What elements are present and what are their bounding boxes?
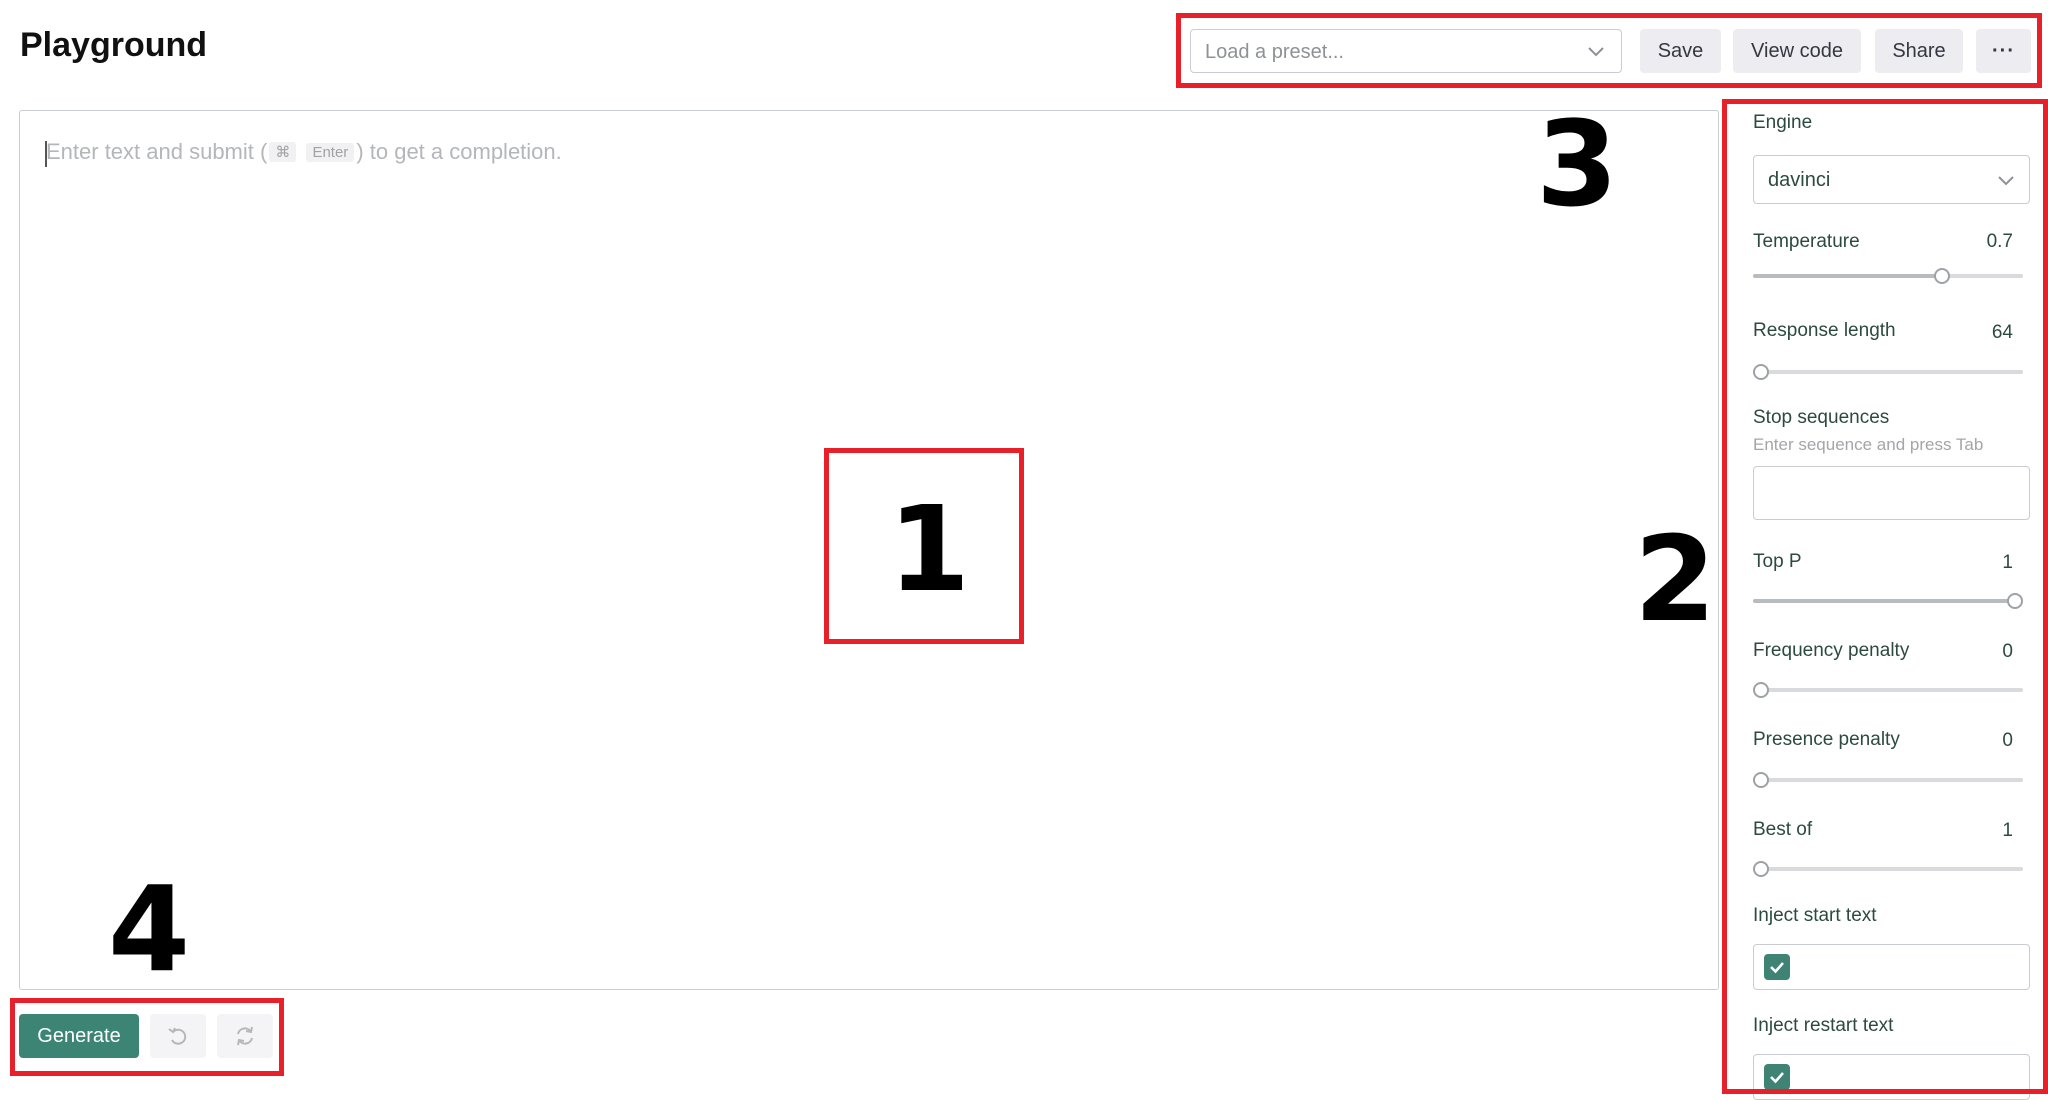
- placeholder-suffix: ) to get a completion.: [356, 139, 562, 164]
- annotation-box-actions: [10, 998, 284, 1076]
- enter-key-badge: Enter: [306, 143, 355, 162]
- annotation-number-1: 1: [888, 480, 971, 618]
- cmd-key-badge: ⌘: [269, 142, 297, 162]
- page-title: Playground: [20, 26, 208, 64]
- annotation-box-settings: [1722, 99, 2048, 1094]
- annotation-number-4: 4: [108, 860, 191, 998]
- annotation-number-2: 2: [1634, 510, 1717, 648]
- editor-placeholder: Enter text and submit (⌘ Enter) to get a…: [46, 139, 562, 165]
- placeholder-prefix: Enter text and submit (: [46, 139, 268, 164]
- annotation-box-toolbar: [1176, 13, 2042, 88]
- annotation-number-3: 3: [1536, 95, 1619, 233]
